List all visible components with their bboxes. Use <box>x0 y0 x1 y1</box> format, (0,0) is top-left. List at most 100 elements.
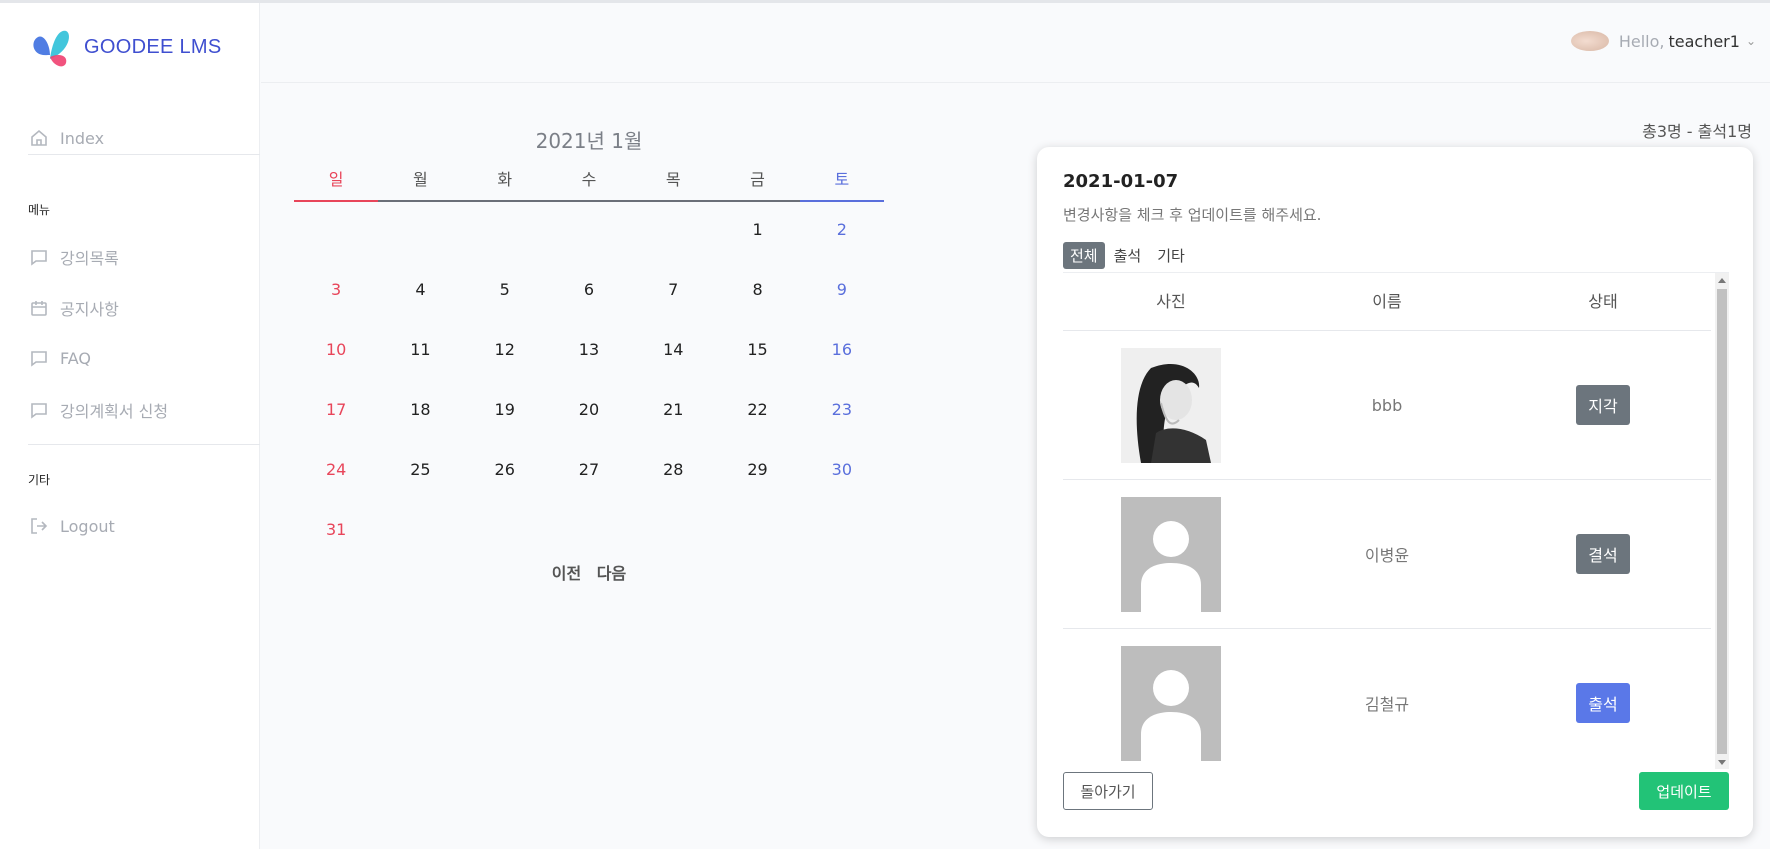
calendar-day[interactable]: 5 <box>463 262 547 322</box>
sidebar-item-label: Index <box>60 128 105 148</box>
calendar-day[interactable]: 23 <box>800 382 884 442</box>
logout-icon <box>28 515 50 537</box>
sidebar-item-faq[interactable]: FAQ <box>28 347 91 369</box>
chat-icon <box>28 246 50 268</box>
sidebar-item-notices[interactable]: 공지사항 <box>28 296 119 320</box>
weekday-label: 금 <box>715 166 800 202</box>
column-header: 사진 <box>1156 292 1186 311</box>
sidebar-item-label: 강의계획서 신청 <box>60 402 169 421</box>
calendar-week: 10 11 12 13 14 15 16 <box>294 322 884 382</box>
sidebar-item-label: Logout <box>60 516 115 536</box>
calendar-day[interactable]: 10 <box>294 322 378 382</box>
status-button[interactable]: 지각 <box>1576 385 1630 425</box>
calendar-day[interactable]: 4 <box>378 262 462 322</box>
calendar-day[interactable]: 19 <box>463 382 547 442</box>
back-button[interactable]: 돌아가기 <box>1063 772 1153 810</box>
section-label-menu: 메뉴 <box>28 203 51 217</box>
photo-cell <box>1063 347 1279 463</box>
panel-date: 2021-01-07 <box>1063 171 1179 192</box>
calendar-day[interactable]: 14 <box>631 322 715 382</box>
student-photo-image <box>1121 347 1221 463</box>
calendar-day[interactable]: 31 <box>294 502 378 562</box>
calendar-day[interactable]: 15 <box>715 322 799 382</box>
sidebar-item-logout[interactable]: Logout <box>28 515 115 537</box>
tab-present[interactable]: 출석 <box>1107 242 1149 269</box>
home-icon <box>28 127 50 149</box>
calendar-day[interactable]: 6 <box>547 262 631 322</box>
calendar-empty-cell <box>547 202 631 262</box>
calendar-day[interactable]: 20 <box>547 382 631 442</box>
attendance-panel: 2021-01-07 변경사항을 체크 후 업데이트를 해주세요. 전체 출석 … <box>1037 147 1753 837</box>
calendar-day[interactable]: 29 <box>715 442 799 502</box>
calendar-empty-cell <box>378 502 462 562</box>
username: teacher1 <box>1668 31 1740 51</box>
calendar-day[interactable]: 9 <box>800 262 884 322</box>
calendar-day[interactable]: 7 <box>631 262 715 322</box>
sidebar-divider <box>28 444 260 445</box>
calendar-day[interactable]: 27 <box>547 442 631 502</box>
calendar-day[interactable]: 22 <box>715 382 799 442</box>
brand-name: GOODEE LMS <box>84 35 222 58</box>
student-photo <box>1121 347 1221 463</box>
prev-month-button[interactable]: 이전 <box>552 564 581 583</box>
status-button[interactable]: 결석 <box>1576 534 1630 574</box>
avatar <box>1570 31 1609 51</box>
calendar-day[interactable]: 16 <box>800 322 884 382</box>
sidebar-item-lectures[interactable]: 강의목록 <box>28 245 119 269</box>
calendar-day[interactable]: 11 <box>378 322 462 382</box>
photo-cell <box>1063 645 1279 761</box>
next-month-button[interactable]: 다음 <box>597 564 626 583</box>
calendar-day[interactable]: 2 <box>800 202 884 262</box>
filter-tabs: 전체 출석 기타 <box>1063 242 1194 269</box>
calendar-empty-cell <box>631 502 715 562</box>
update-button[interactable]: 업데이트 <box>1639 772 1729 810</box>
calendar-day[interactable]: 3 <box>294 262 378 322</box>
calendar-day[interactable]: 30 <box>800 442 884 502</box>
status-button[interactable]: 출석 <box>1576 683 1630 723</box>
calendar-title: 2021년 1월 <box>535 129 643 153</box>
calendar-day[interactable]: 26 <box>463 442 547 502</box>
calendar-empty-cell <box>715 502 799 562</box>
table-scrollbar[interactable] <box>1715 273 1729 769</box>
calendar-day[interactable]: 28 <box>631 442 715 502</box>
table-row: 이병윤 결석 <box>1063 480 1711 629</box>
table-header: 사진 이름 상태 <box>1063 273 1711 331</box>
calendar-week: 12 <box>294 202 884 262</box>
name-cell: 김철규 <box>1364 695 1410 714</box>
attendance-table-container: 사진 이름 상태 bbb 지각 이병윤 결석 김철규 출석 <box>1063 272 1729 769</box>
calendar-week: 3456789 <box>294 262 884 322</box>
table-row: bbb 지각 <box>1063 331 1711 480</box>
name-cell: bbb <box>1371 395 1403 415</box>
section-label-etc: 기타 <box>28 473 51 487</box>
calendar-day[interactable]: 18 <box>378 382 462 442</box>
calendar-day[interactable]: 21 <box>631 382 715 442</box>
calendar-day[interactable]: 1 <box>715 202 799 262</box>
tab-other[interactable]: 기타 <box>1150 242 1192 269</box>
sidebar-item-syllabus[interactable]: 강의계획서 신청 <box>28 398 168 422</box>
scroll-up-icon[interactable] <box>1718 278 1726 283</box>
brand[interactable]: GOODEE LMS <box>28 25 221 69</box>
butterfly-logo-icon <box>33 30 69 67</box>
weekday-label: 수 <box>546 166 632 202</box>
calendar-week: 17 18 19 20 21 22 23 <box>294 382 884 442</box>
name-cell: 이병윤 <box>1364 546 1410 565</box>
attendance-table: 사진 이름 상태 bbb 지각 이병윤 결석 김철규 출석 <box>1063 273 1711 769</box>
calendar-day[interactable]: 8 <box>715 262 799 322</box>
calendar-day[interactable]: 25 <box>378 442 462 502</box>
calendar-week: 24 25 26 27 28 29 30 <box>294 442 884 502</box>
status-cell: 출석 <box>1495 683 1711 723</box>
calendar-day[interactable]: 24 <box>294 442 378 502</box>
scroll-down-icon[interactable] <box>1718 760 1726 765</box>
weekday-label: 목 <box>631 166 716 202</box>
attendance-summary: 총3명 - 출석1명 <box>1642 122 1752 141</box>
chevron-down-icon: ⌄ <box>1745 34 1756 48</box>
sidebar-item-index[interactable]: Index <box>28 127 104 149</box>
photo-cell <box>1063 496 1279 612</box>
calendar-day[interactable]: 13 <box>547 322 631 382</box>
status-cell: 결석 <box>1495 534 1711 574</box>
calendar-day[interactable]: 12 <box>463 322 547 382</box>
calendar-day[interactable]: 17 <box>294 382 378 442</box>
user-menu[interactable]: Hello, teacher1 ⌄ <box>1570 31 1756 51</box>
tab-all[interactable]: 전체 <box>1063 242 1105 269</box>
scroll-thumb[interactable] <box>1717 289 1727 754</box>
